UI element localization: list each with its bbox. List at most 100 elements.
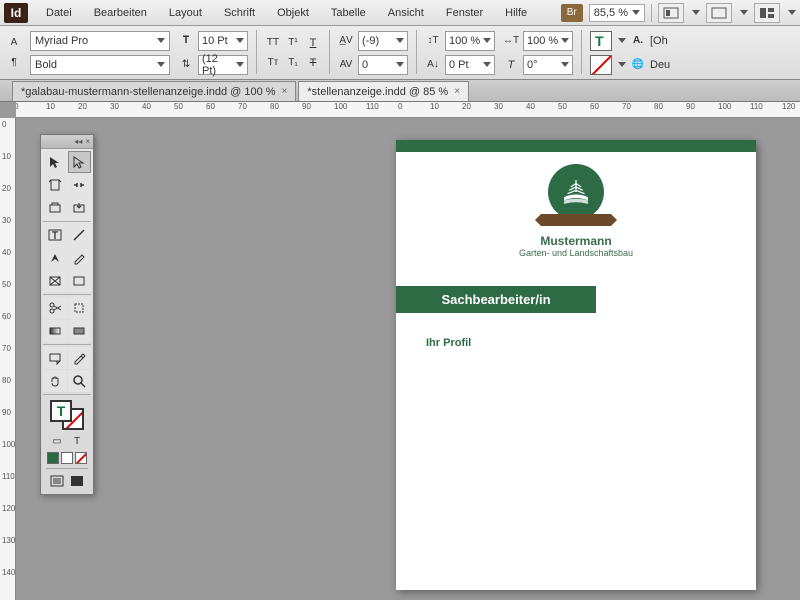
- menu-fenster[interactable]: Fenster: [436, 3, 493, 23]
- preview-view-icon[interactable]: [69, 473, 85, 489]
- lang-icon: 🌐: [630, 57, 646, 73]
- vertical-ruler[interactable]: 0102030405060708090100110120130140: [0, 118, 16, 600]
- normal-view-icon[interactable]: [49, 473, 65, 489]
- close-icon[interactable]: ×: [454, 86, 460, 97]
- chevron-down-icon[interactable]: [618, 62, 626, 67]
- content-placer-tool[interactable]: [68, 197, 92, 219]
- scissors-tool[interactable]: [43, 297, 67, 319]
- subscript-icon[interactable]: T₁: [285, 55, 301, 71]
- vscale-input[interactable]: 100 %: [445, 31, 495, 51]
- arrange-icon[interactable]: [754, 3, 780, 23]
- gradient-feather-tool[interactable]: [68, 320, 92, 342]
- selection-tool[interactable]: [43, 151, 67, 173]
- tracking-icon: AV: [338, 57, 354, 73]
- allcaps-icon[interactable]: TT: [265, 35, 281, 51]
- tracking-input[interactable]: 0: [358, 55, 408, 75]
- logo-emblem-icon: [548, 164, 604, 220]
- hand-tool[interactable]: [43, 370, 67, 392]
- panel-header[interactable]: ◂◂×: [41, 135, 93, 149]
- leading-input[interactable]: (12 Pt): [198, 55, 248, 75]
- underline-icon[interactable]: T: [305, 35, 321, 51]
- font-size-input[interactable]: 10 Pt: [198, 31, 248, 51]
- free-transform-tool[interactable]: [68, 297, 92, 319]
- font-family-select[interactable]: Myriad Pro: [30, 31, 170, 51]
- skew-input[interactable]: 0°: [523, 55, 573, 75]
- menubar: Id Datei Bearbeiten Layout Schrift Objek…: [0, 0, 800, 26]
- vscale-icon: ↕T: [425, 33, 441, 49]
- canvas[interactable]: Mustermann Garten- und Landschaftsbau Sa…: [16, 118, 800, 600]
- smallcaps-icon[interactable]: Tᴛ: [265, 55, 281, 71]
- menu-schrift[interactable]: Schrift: [214, 3, 265, 23]
- char-style-icon[interactable]: A.: [630, 33, 646, 49]
- menu-tabelle[interactable]: Tabelle: [321, 3, 376, 23]
- chevron-down-icon: [157, 38, 165, 43]
- type-tool[interactable]: T: [43, 224, 67, 246]
- chevron-down-icon[interactable]: [618, 38, 626, 43]
- container-format-icon[interactable]: ▭: [49, 433, 65, 449]
- logo-ribbon: [541, 214, 611, 226]
- stroke-swatch[interactable]: [590, 55, 612, 75]
- collapse-icon[interactable]: ◂◂: [74, 137, 82, 146]
- gradient-swatch-tool[interactable]: [43, 320, 67, 342]
- zoom-value: 85,5 %: [594, 7, 628, 19]
- line-tool[interactable]: [68, 224, 92, 246]
- bridge-icon[interactable]: Br: [561, 4, 583, 22]
- pencil-tool[interactable]: [68, 247, 92, 269]
- character-icon[interactable]: A: [6, 35, 22, 51]
- chevron-down-icon[interactable]: [788, 10, 796, 15]
- font-size-icon: 𝐓: [178, 33, 194, 49]
- rectangle-tool[interactable]: [68, 270, 92, 292]
- fill-color[interactable]: T: [50, 400, 72, 422]
- menu-hilfe[interactable]: Hilfe: [495, 3, 537, 23]
- apply-gradient-icon[interactable]: [61, 452, 73, 464]
- direct-selection-tool[interactable]: [68, 151, 92, 173]
- company-name: Mustermann: [540, 234, 611, 248]
- skew-icon: T: [503, 57, 519, 73]
- company-tagline: Garten- und Landschaftsbau: [519, 248, 633, 258]
- eyedropper-tool[interactable]: [68, 347, 92, 369]
- hscale-input[interactable]: 100 %: [523, 31, 573, 51]
- note-tool[interactable]: [43, 347, 67, 369]
- close-icon[interactable]: ×: [282, 86, 288, 97]
- chevron-down-icon: [483, 38, 491, 43]
- menu-objekt[interactable]: Objekt: [267, 3, 319, 23]
- chevron-down-icon: [236, 62, 244, 67]
- chevron-down-icon: [396, 38, 404, 43]
- gap-tool[interactable]: [68, 174, 92, 196]
- fill-swatch[interactable]: [590, 31, 612, 51]
- doc-tab-1[interactable]: *galabau-mustermann-stellenanzeige.indd …: [12, 81, 296, 101]
- strikethrough-icon[interactable]: T: [305, 55, 321, 71]
- zoom-tool[interactable]: [68, 370, 92, 392]
- paragraph-icon[interactable]: ¶: [6, 55, 22, 71]
- content-collector-tool[interactable]: [43, 197, 67, 219]
- menu-bearbeiten[interactable]: Bearbeiten: [84, 3, 157, 23]
- baseline-input[interactable]: 0 Pt: [445, 55, 495, 75]
- font-weight-select[interactable]: Bold: [30, 55, 170, 75]
- menu-layout[interactable]: Layout: [159, 3, 212, 23]
- view-options-icon[interactable]: [658, 3, 684, 23]
- rectangle-frame-tool[interactable]: [43, 270, 67, 292]
- header-bar: [396, 140, 756, 152]
- chevron-down-icon: [157, 62, 165, 67]
- close-icon[interactable]: ×: [85, 137, 90, 146]
- fill-stroke-proxy[interactable]: T: [50, 400, 84, 430]
- horizontal-ruler[interactable]: 0102030405060708090100110010203040506070…: [16, 102, 800, 118]
- document-page[interactable]: Mustermann Garten- und Landschaftsbau Sa…: [396, 140, 756, 590]
- control-panel: A ¶ Myriad Pro Bold 𝐓10 Pt ⇅(12 Pt) TTT¹…: [0, 26, 800, 80]
- kerning-input[interactable]: (-9): [358, 31, 408, 51]
- chevron-down-icon[interactable]: [740, 10, 748, 15]
- tools-panel[interactable]: ◂◂× T T ▭ T: [40, 134, 94, 495]
- document-tabs: *galabau-mustermann-stellenanzeige.indd …: [0, 80, 800, 102]
- doc-tab-2[interactable]: *stellenanzeige.indd @ 85 %×: [298, 81, 469, 101]
- menu-datei[interactable]: Datei: [36, 3, 82, 23]
- apply-none-icon[interactable]: [75, 452, 87, 464]
- menu-ansicht[interactable]: Ansicht: [378, 3, 434, 23]
- apply-color-icon[interactable]: [47, 452, 59, 464]
- chevron-down-icon[interactable]: [692, 10, 700, 15]
- zoom-select[interactable]: 85,5 %: [589, 4, 645, 22]
- page-tool[interactable]: [43, 174, 67, 196]
- text-format-icon[interactable]: T: [69, 433, 85, 449]
- pen-tool[interactable]: [43, 247, 67, 269]
- screen-mode-icon[interactable]: [706, 3, 732, 23]
- superscript-icon[interactable]: T¹: [285, 35, 301, 51]
